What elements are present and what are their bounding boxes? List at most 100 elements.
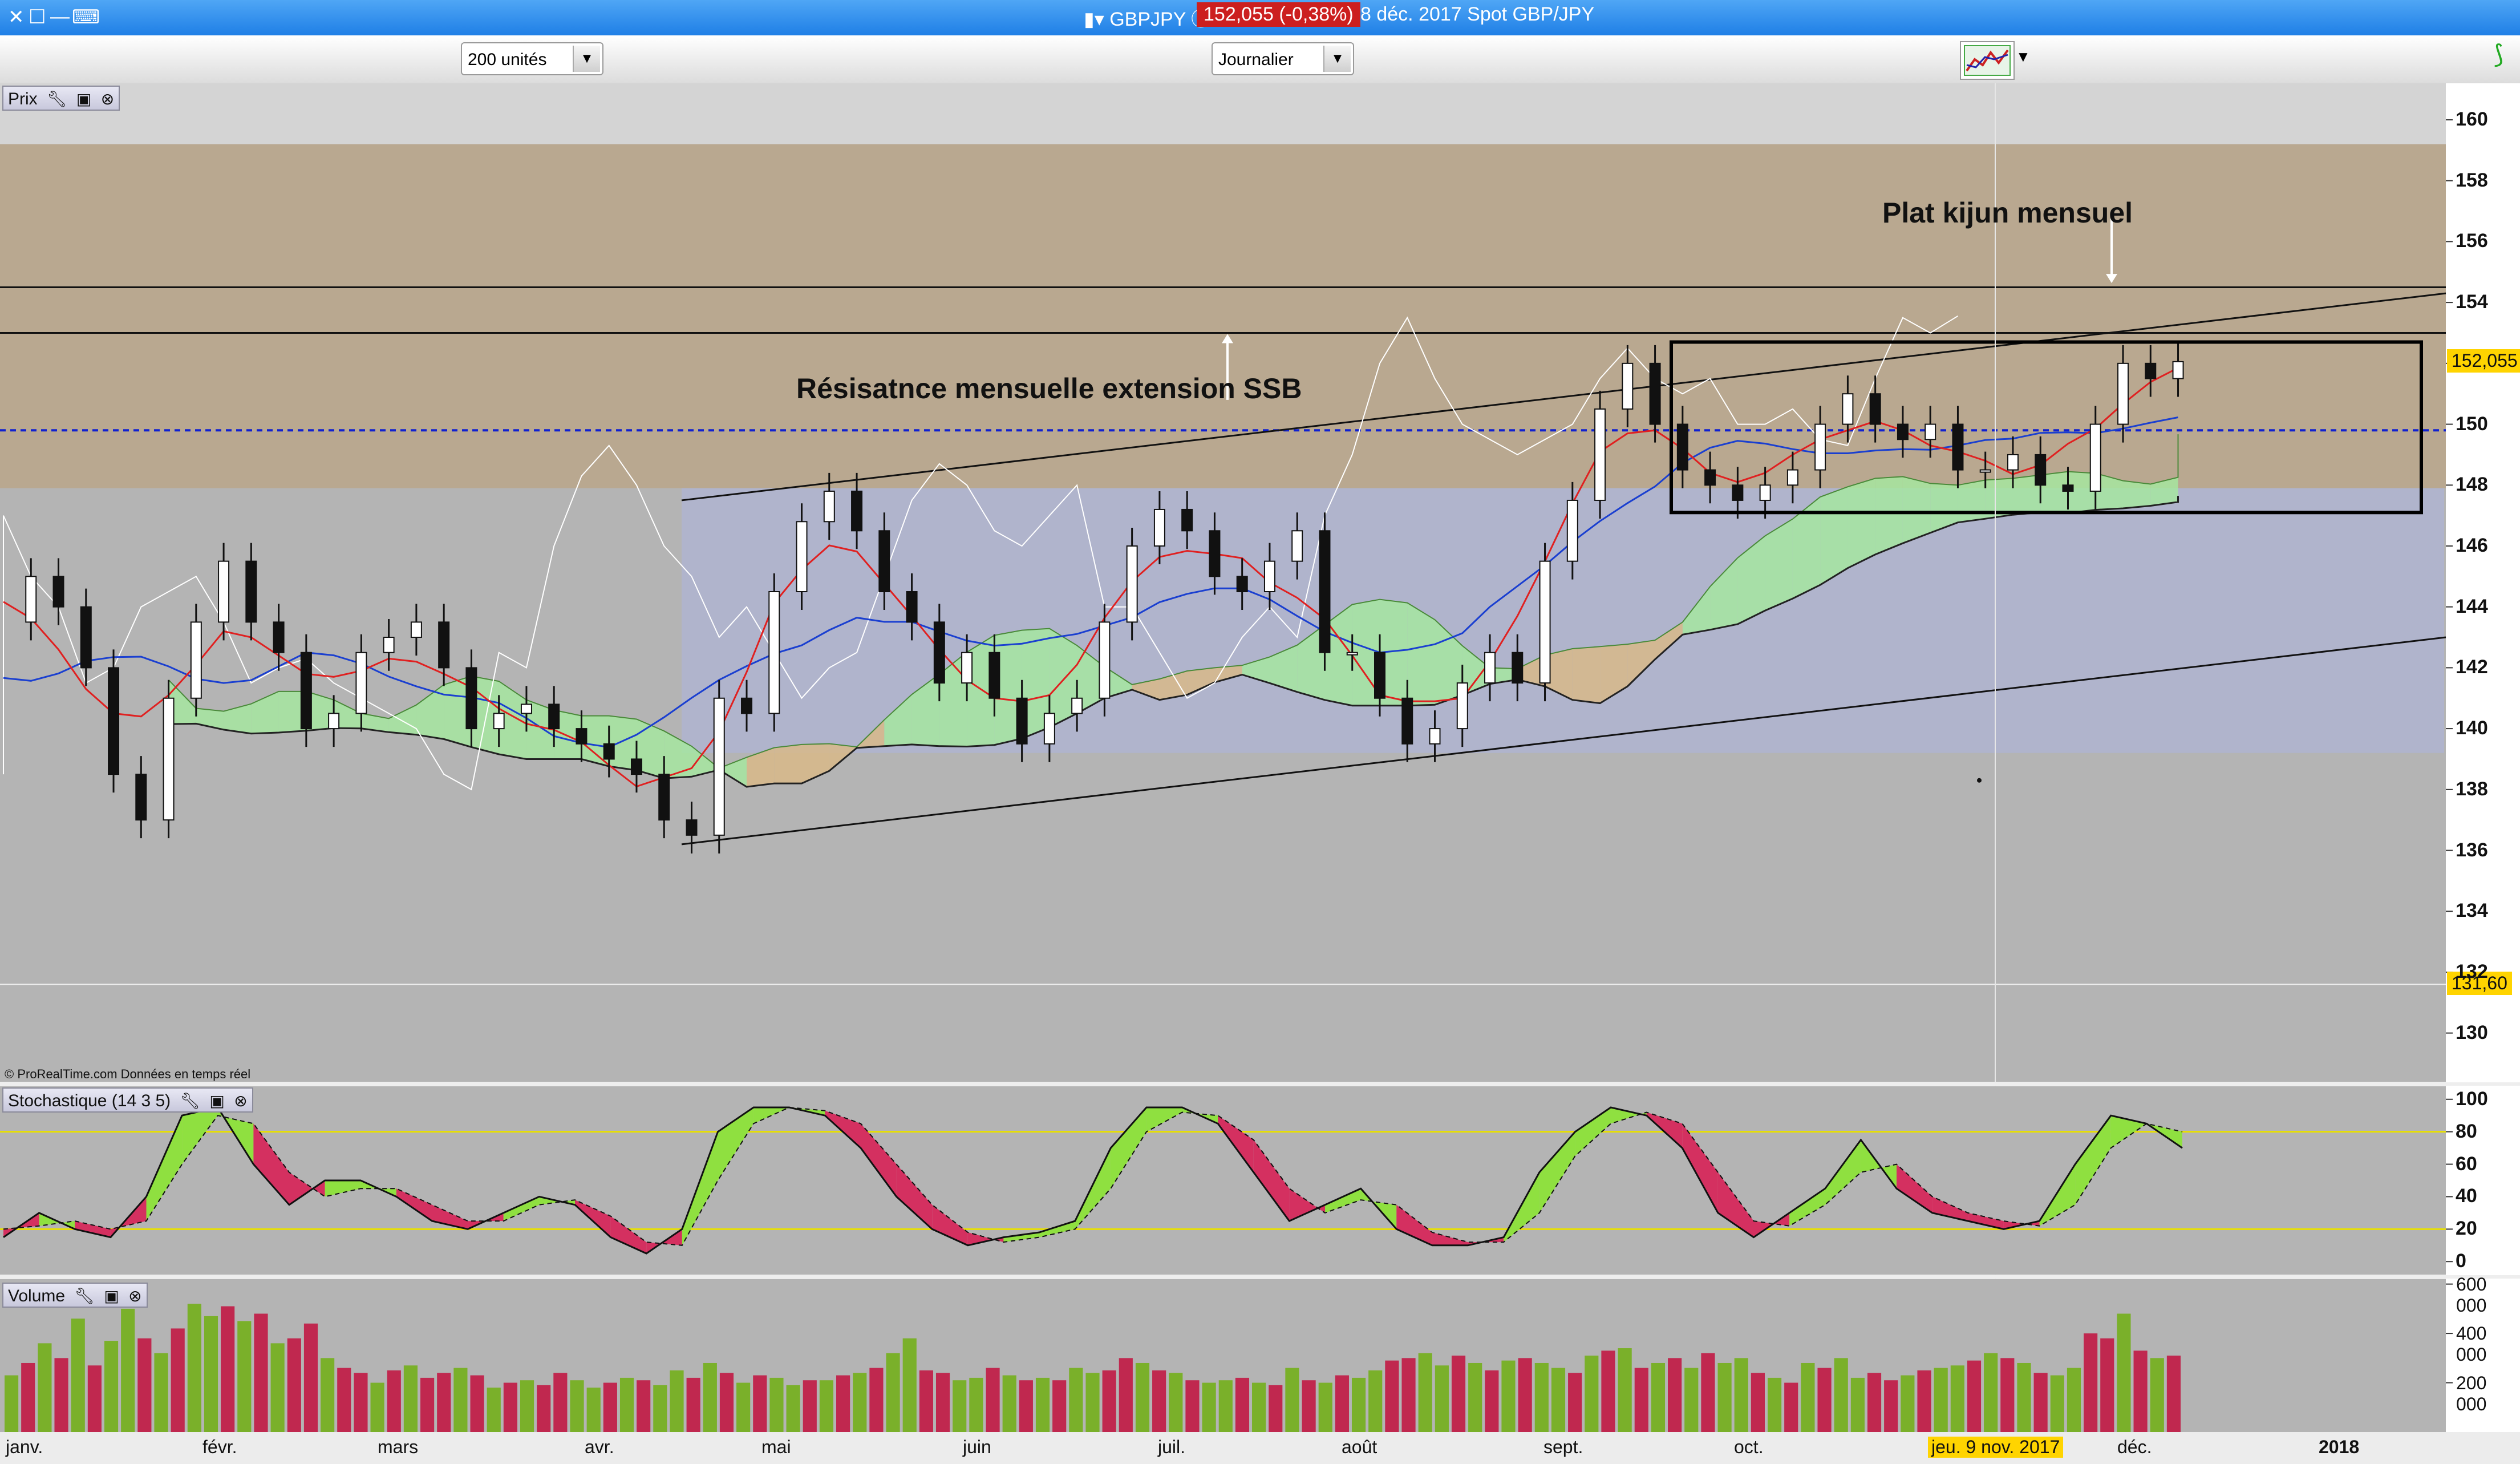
volume-bar (2050, 1375, 2064, 1432)
price-axis-label: 142 (2456, 656, 2488, 678)
volume-bar (1601, 1350, 1615, 1432)
volume-bar (1351, 1377, 1366, 1432)
x-axis-label: 2018 (2319, 1437, 2360, 1457)
x-axis-label: déc. (2117, 1437, 2152, 1457)
candle-body (410, 621, 422, 638)
volume-bar (1252, 1382, 1266, 1432)
volume-bar (1019, 1380, 1033, 1432)
candle-body (1539, 560, 1551, 684)
volume-bar (2150, 1358, 2164, 1432)
candle-body (1429, 728, 1441, 745)
price-axis-label: 132 (2456, 960, 2488, 982)
volume-bar (1634, 1368, 1648, 1432)
volume-bar (254, 1313, 268, 1432)
chevron-down-icon[interactable]: ▼ (573, 46, 600, 72)
current-price-tag: 152,055 (2447, 349, 2520, 373)
volume-bar (287, 1338, 301, 1432)
volume-bar (619, 1377, 634, 1432)
volume-bar (1984, 1353, 1998, 1432)
chart-type-button[interactable] (1960, 41, 2015, 80)
volume-bar (1934, 1368, 1948, 1432)
instrument-title[interactable]: ▮▾ GBPJPY ⓘ (1084, 3, 1210, 31)
volume-bar (1401, 1358, 1416, 1432)
ssb-resistance-annotation: Résisatnce mensuelle extension SSB (796, 373, 1302, 405)
volume-bar (187, 1304, 201, 1432)
x-axis-label: févr. (202, 1437, 237, 1457)
chevron-down-icon[interactable]: ▼ (2016, 48, 2031, 66)
candle-body (933, 621, 945, 684)
candle-body (465, 667, 477, 730)
wrench-icon[interactable]: 🔧︎ (180, 1092, 201, 1110)
wrench-icon[interactable]: 🔧︎ (47, 90, 67, 108)
chevron-down-icon[interactable]: ▼ (1323, 46, 1351, 72)
close-icon[interactable]: ⊗ (101, 90, 114, 108)
candle-body (713, 697, 725, 836)
candle-body (1209, 530, 1221, 577)
candle-body (190, 621, 202, 699)
x-axis-label: juin (963, 1437, 991, 1457)
volume-bar (1069, 1368, 1083, 1432)
window-icon[interactable]: ▣ (104, 1287, 119, 1305)
volume-bar (1302, 1380, 1316, 1432)
window-icon[interactable]: ▣ (76, 90, 91, 108)
x-axis-label: mars (378, 1437, 419, 1457)
instrument-name: GBPJPY (1109, 9, 1186, 30)
candle-body (1732, 484, 1744, 501)
candle-body (851, 490, 863, 532)
window-icon[interactable]: ▣ (209, 1092, 224, 1110)
candle-body (1759, 484, 1771, 501)
volume-bar (354, 1373, 368, 1432)
upper-zone (0, 83, 2446, 144)
minimize-icon[interactable]: — (50, 6, 70, 28)
toolbar: 200 unités ▼ Journalier ▼ ▼ ⟆ (0, 35, 2520, 84)
volume-bar (853, 1373, 867, 1432)
price-panel-label[interactable]: Prix 🔧︎ ▣ ⊗ (2, 86, 120, 111)
volume-bar (1451, 1356, 1466, 1432)
x-axis-label: oct. (1734, 1437, 1764, 1457)
volume-bar (2067, 1368, 2081, 1432)
maximize-icon[interactable]: ☐ (29, 6, 46, 29)
units-select[interactable]: 200 unités ▼ (461, 42, 603, 75)
candle-body (1456, 682, 1468, 730)
volume-bar (1518, 1358, 1532, 1432)
date-info: 8 déc. 2017 Spot GBP/JPY (1360, 3, 1595, 25)
keyboard-icon[interactable]: ⌨ (72, 6, 100, 29)
stochastic-panel-label[interactable]: Stochastique (14 3 5) 🔧︎ ▣ ⊗ (2, 1087, 253, 1113)
candle-body (245, 560, 257, 623)
candle-body (493, 713, 505, 730)
period-select[interactable]: Journalier ▼ (1212, 42, 1354, 75)
volume-bar (953, 1380, 967, 1432)
close-icon[interactable]: ⊗ (128, 1287, 141, 1305)
volume-bar (586, 1388, 601, 1432)
candle-body (1676, 423, 1688, 471)
candle-body (80, 606, 92, 669)
volume-bar (1169, 1373, 1183, 1432)
wrench-icon[interactable]: 🔧︎ (74, 1287, 95, 1305)
close-icon[interactable]: ✕ (8, 6, 25, 29)
stochastic-chart[interactable] (0, 1082, 2520, 1279)
volume-bar (1002, 1375, 1016, 1432)
x-axis-label: janv. (6, 1437, 43, 1457)
chart-area[interactable] (0, 83, 2520, 1464)
candle-body (1263, 560, 1275, 593)
volume-bar (537, 1385, 551, 1432)
volume-bar (370, 1382, 384, 1432)
volume-bar (1368, 1370, 1383, 1432)
close-icon[interactable]: ⊗ (234, 1092, 247, 1110)
volume-bar (5, 1375, 19, 1432)
candle-body (1099, 621, 1111, 699)
volume-bar (520, 1380, 534, 1432)
volume-bar (1468, 1362, 1482, 1432)
volume-bar (1534, 1362, 1549, 1432)
volume-bar (1568, 1373, 1582, 1432)
candle-body (1319, 530, 1331, 653)
volume-bar (1218, 1380, 1233, 1432)
volume-bar (553, 1373, 568, 1432)
stochastic-axis-label: 40 (2456, 1185, 2477, 1207)
volume-bar (1418, 1353, 1432, 1432)
volume-bar (87, 1365, 102, 1432)
indicator-icon[interactable]: ⟆ (2494, 40, 2503, 69)
volume-panel-label[interactable]: Volume 🔧︎ ▣ ⊗ (2, 1283, 148, 1308)
volume-bar (969, 1377, 983, 1432)
volume-bar (1734, 1358, 1748, 1432)
